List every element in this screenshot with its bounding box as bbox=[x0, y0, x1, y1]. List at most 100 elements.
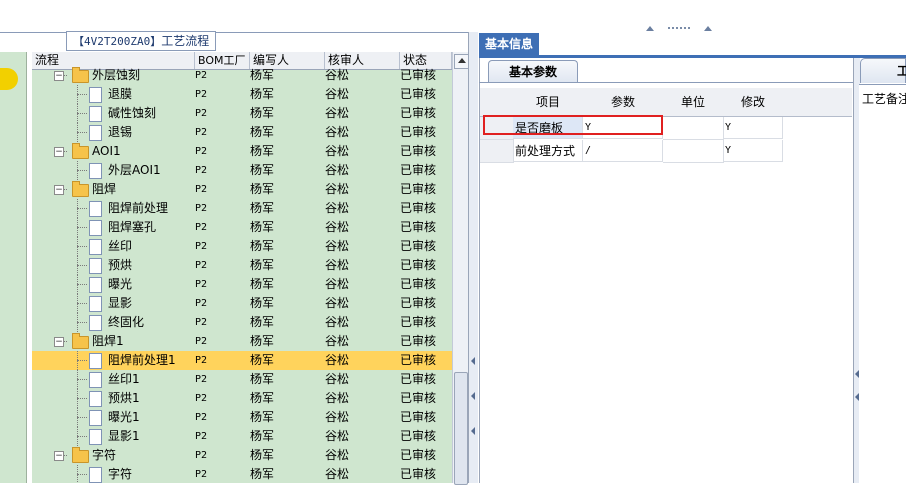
tab-basic-params[interactable]: 基本参数 bbox=[488, 60, 578, 83]
tree-row[interactable]: 字符 P2 杨军 谷松 已审核 bbox=[32, 465, 452, 483]
writer-cell: 杨军 bbox=[250, 87, 275, 101]
collapse-toggle-icon[interactable]: − bbox=[54, 147, 64, 157]
status-cell: 已审核 bbox=[400, 182, 437, 196]
reviewer-cell: 谷松 bbox=[325, 87, 350, 101]
status-cell: 已审核 bbox=[400, 467, 437, 481]
bom-cell: P2 bbox=[195, 70, 208, 81]
scroll-up-icon[interactable] bbox=[454, 54, 469, 69]
tab-craft[interactable]: 工 bbox=[860, 58, 906, 83]
collapse-left-icon[interactable] bbox=[471, 427, 475, 435]
collapse-toggle-icon[interactable]: − bbox=[54, 185, 64, 195]
writer-cell: 杨军 bbox=[250, 144, 275, 158]
tree-row[interactable]: 终固化 P2 杨军 谷松 已审核 bbox=[32, 313, 452, 332]
reviewer-cell: 谷松 bbox=[325, 372, 350, 386]
tree-connector bbox=[77, 417, 87, 418]
craft-notes-area bbox=[859, 84, 906, 484]
col-header-item[interactable]: 项目 bbox=[513, 88, 584, 117]
tree-connector bbox=[77, 398, 87, 399]
tree-row[interactable]: 外层AOI1 P2 杨军 谷松 已审核 bbox=[32, 161, 452, 180]
writer-cell: 杨军 bbox=[250, 239, 275, 253]
col-header-modify[interactable]: 修改 bbox=[723, 88, 784, 117]
row-indicator[interactable] bbox=[480, 140, 514, 163]
tree-node-label: 丝印1 bbox=[108, 372, 140, 386]
bom-cell: P2 bbox=[195, 146, 208, 157]
col-header-unit[interactable]: 单位 bbox=[663, 88, 724, 117]
folder-icon bbox=[72, 447, 89, 463]
tree-row[interactable]: 曝光1 P2 杨军 谷松 已审核 bbox=[32, 408, 452, 427]
reviewer-cell: 谷松 bbox=[325, 391, 350, 405]
tree-connector bbox=[77, 132, 87, 133]
collapse-left-icon[interactable] bbox=[471, 357, 475, 365]
tree-node-label: 阻焊1 bbox=[92, 334, 124, 348]
tree-row[interactable]: 曝光 P2 杨军 谷松 已审核 bbox=[32, 275, 452, 294]
tab-basic-info[interactable]: 基本信息 bbox=[479, 33, 540, 55]
tree-row[interactable]: − 阻焊1 P2 杨军 谷松 已审核 bbox=[32, 332, 452, 351]
writer-cell: 杨军 bbox=[250, 182, 275, 196]
document-icon bbox=[89, 410, 102, 426]
status-cell: 已审核 bbox=[400, 68, 437, 82]
collapse-up-icon[interactable] bbox=[646, 26, 654, 31]
grid-cell-modify[interactable]: Y bbox=[723, 140, 783, 162]
tree-row[interactable]: 显影 P2 杨军 谷松 已审核 bbox=[32, 294, 452, 313]
tree-connector bbox=[77, 170, 87, 171]
document-icon bbox=[89, 467, 102, 483]
tree-node-label: 预烘 bbox=[108, 258, 133, 272]
collapse-up-icon[interactable] bbox=[704, 26, 712, 31]
collapse-left-icon[interactable] bbox=[471, 392, 475, 400]
reviewer-cell: 谷松 bbox=[325, 239, 350, 253]
collapse-toggle-icon[interactable]: − bbox=[54, 451, 64, 461]
tree-row[interactable]: 阻焊前处理1 P2 杨军 谷松 已审核 bbox=[32, 351, 452, 370]
tree-row[interactable]: − 字符 P2 杨军 谷松 已审核 bbox=[32, 446, 452, 465]
tree-row[interactable]: − 阻焊 P2 杨军 谷松 已审核 bbox=[32, 180, 452, 199]
tree-row[interactable]: 丝印1 P2 杨军 谷松 已审核 bbox=[32, 370, 452, 389]
collapse-toggle-icon[interactable]: − bbox=[54, 71, 64, 81]
tree-row[interactable]: − AOI1 P2 杨军 谷松 已审核 bbox=[32, 142, 452, 161]
reviewer-cell: 谷松 bbox=[325, 220, 350, 234]
tree-node-label: 阻焊前处理1 bbox=[108, 353, 176, 367]
col-header-param[interactable]: 参数 bbox=[583, 88, 664, 117]
writer-cell: 杨军 bbox=[250, 125, 275, 139]
tree-row[interactable]: 丝印 P2 杨军 谷松 已审核 bbox=[32, 237, 452, 256]
status-cell: 已审核 bbox=[400, 87, 437, 101]
bom-cell: P2 bbox=[195, 165, 208, 176]
collapse-toggle-icon[interactable]: − bbox=[54, 337, 64, 347]
tree-row[interactable]: 显影1 P2 杨军 谷松 已审核 bbox=[32, 427, 452, 446]
writer-cell: 杨军 bbox=[250, 467, 275, 481]
subtab-divider bbox=[479, 82, 853, 83]
document-icon bbox=[89, 87, 102, 103]
folder-icon bbox=[72, 143, 89, 159]
process-tree-grid[interactable]: 流程 BOM工厂 编写人 核审人 状态 − 外层蚀刻 P2 杨军 谷松 已审核 退膜 P2 杨军… bbox=[32, 52, 452, 483]
grid-cell-unit[interactable] bbox=[663, 140, 724, 163]
grid-cell-param[interactable]: / bbox=[583, 140, 663, 162]
tree-node-label: 丝印 bbox=[108, 239, 133, 253]
tree-row[interactable]: − 外层蚀刻 P2 杨军 谷松 已审核 bbox=[32, 66, 452, 85]
scroll-thumb[interactable] bbox=[454, 372, 468, 485]
reviewer-cell: 谷松 bbox=[325, 448, 350, 462]
status-cell: 已审核 bbox=[400, 372, 437, 386]
tree-row[interactable]: 退膜 P2 杨军 谷松 已审核 bbox=[32, 85, 452, 104]
document-icon bbox=[89, 239, 102, 255]
grid-cell-unit[interactable] bbox=[663, 117, 724, 140]
grid-cell-item[interactable]: 前处理方式 bbox=[513, 140, 583, 162]
writer-cell: 杨军 bbox=[250, 220, 275, 234]
writer-cell: 杨军 bbox=[250, 163, 275, 177]
grid-cell-modify[interactable]: Y bbox=[723, 117, 783, 139]
document-icon bbox=[89, 429, 102, 445]
writer-cell: 杨军 bbox=[250, 334, 275, 348]
tree-row[interactable]: 退锡 P2 杨军 谷松 已审核 bbox=[32, 123, 452, 142]
tree-node-label: 字符 bbox=[108, 467, 133, 481]
bom-cell: P2 bbox=[195, 203, 208, 214]
tree-row[interactable]: 阻焊前处理 P2 杨军 谷松 已审核 bbox=[32, 199, 452, 218]
tree-scrollbar[interactable] bbox=[452, 52, 469, 485]
tree-row[interactable]: 阻焊塞孔 P2 杨军 谷松 已审核 bbox=[32, 218, 452, 237]
bom-cell: P2 bbox=[195, 241, 208, 252]
tree-row[interactable]: 预烘1 P2 杨军 谷松 已审核 bbox=[32, 389, 452, 408]
top-splitter-handle[interactable] bbox=[640, 24, 720, 32]
tree-connector bbox=[77, 303, 87, 304]
tree-node-label: 碱性蚀刻 bbox=[108, 106, 157, 120]
tree-row[interactable]: 碱性蚀刻 P2 杨军 谷松 已审核 bbox=[32, 104, 452, 123]
tree-row[interactable]: 预烘 P2 杨军 谷松 已审核 bbox=[32, 256, 452, 275]
document-icon bbox=[89, 277, 102, 293]
tree-connector bbox=[77, 474, 87, 475]
status-cell: 已审核 bbox=[400, 448, 437, 462]
